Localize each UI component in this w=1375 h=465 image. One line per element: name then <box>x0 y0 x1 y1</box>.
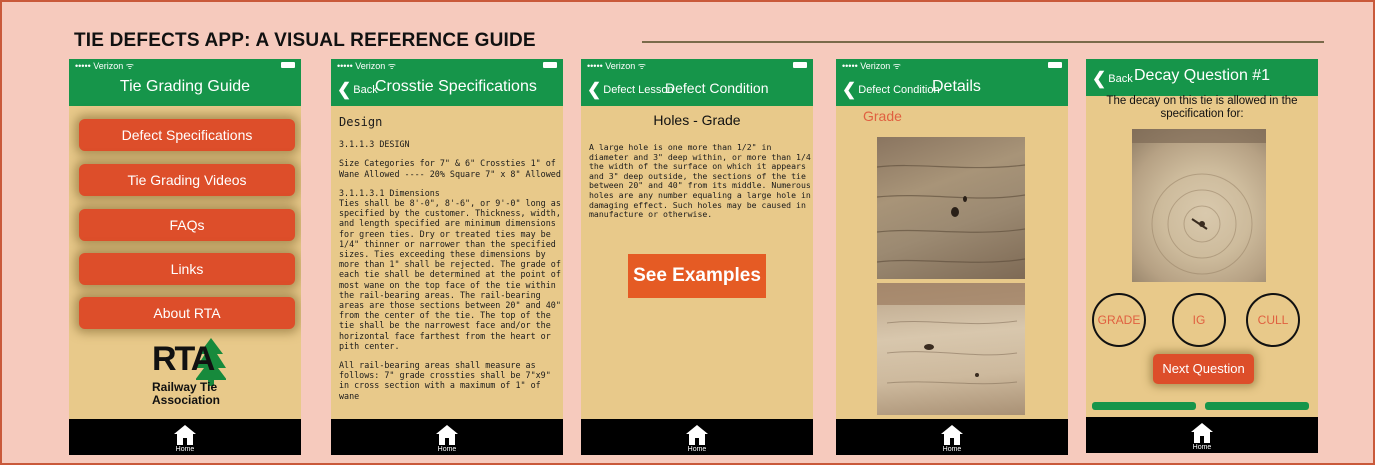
tab-bar: Home <box>331 419 563 455</box>
grade-option-button[interactable]: GRADE <box>1092 293 1146 347</box>
tie-grading-videos-button[interactable]: Tie Grading Videos <box>79 164 295 196</box>
screen-title: Crosstie Specifications <box>375 78 537 95</box>
defect-specifications-button[interactable]: Defect Specifications <box>79 119 295 151</box>
tie-photo-top <box>877 137 1025 279</box>
spec-paragraph: Size Categories for 7" & 6" Crossties 1"… <box>339 158 561 179</box>
about-rta-button[interactable]: About RTA <box>79 297 295 329</box>
next-question-button[interactable]: Next Question <box>1153 354 1254 384</box>
tab-bar: Home <box>69 419 301 455</box>
tie-photo-bottom <box>877 283 1025 415</box>
battery-icon <box>793 62 807 68</box>
screen-defect-condition: ••••• Verizon ᯤ ❮ Defect Lesson Defect Co… <box>581 59 813 455</box>
screen-title: Decay Question #1 <box>1134 67 1271 84</box>
defect-heading: Holes - Grade <box>653 112 741 128</box>
grade-label: Grade <box>863 108 902 124</box>
battery-icon <box>543 62 557 68</box>
figure-header: TIE DEFECTS APP: A VISUAL REFERENCE GUID… <box>74 30 1324 51</box>
logo-line1: Railway Tie <box>152 380 218 394</box>
home-icon[interactable] <box>686 425 708 445</box>
screen-title: Defect Condition <box>665 80 769 96</box>
chevron-left-icon: ❮ <box>842 80 857 99</box>
chevron-left-icon: ❮ <box>1092 69 1107 88</box>
see-examples-button[interactable]: See Examples <box>628 254 766 298</box>
nav-bar: ❮ Defect Lesson Defect Condition <box>581 71 813 106</box>
home-label: Home <box>1192 444 1212 451</box>
nav-bar: ❮ Back Crosstie Specifications <box>331 71 563 106</box>
screen-crosstie-specifications: ••••• Verizon ᯤ ❮ Back Crosstie Specifica… <box>331 59 563 455</box>
tie-photo-bottom-texture <box>877 283 1025 385</box>
screen-details: ••••• Verizon ᯤ ❮ Defect Condition Detail… <box>836 59 1068 455</box>
screen-title: Details <box>932 78 981 95</box>
home-label: Home <box>687 446 707 453</box>
home-label: Home <box>175 446 195 453</box>
back-label: Defect Lesson <box>603 84 674 96</box>
status-bar: ••••• Verizon ᯤ <box>581 59 813 71</box>
back-button[interactable]: ❮ Defect Lesson <box>587 80 674 100</box>
figure-frame: TIE DEFECTS APP: A VISUAL REFERENCE GUID… <box>0 0 1375 465</box>
spec-paragraph: 3.1.1.3 DESIGN <box>339 139 410 150</box>
links-button[interactable]: Links <box>79 253 295 285</box>
back-button[interactable]: ❮ Back <box>1092 69 1133 89</box>
logo-line2: Association <box>152 393 221 407</box>
spec-paragraph: All rail-bearing areas shall measure as … <box>339 360 551 401</box>
spec-paragraph: 3.1.1.3.1 Dimensions Ties shall be 8'-0"… <box>339 187 561 351</box>
home-label: Home <box>437 446 457 453</box>
home-icon[interactable] <box>1191 423 1213 443</box>
status-bar: ••••• Verizon ᯤ <box>69 59 301 71</box>
spec-text: Design 3.1.1.3 DESIGN Size Categories fo… <box>339 115 561 410</box>
screen-title: Tie Grading Guide <box>119 78 251 95</box>
spec-heading: Design <box>339 115 383 129</box>
home-icon[interactable] <box>436 425 458 445</box>
screen-decay-question: ❮ Back Decay Question #1 The decay on thi… <box>1086 59 1318 453</box>
back-label: Defect Condition <box>858 84 940 96</box>
battery-icon <box>281 62 295 68</box>
status-bar: ••••• Verizon ᯤ <box>836 59 1068 71</box>
home-label: Home <box>942 446 962 453</box>
ig-option-button[interactable]: IG <box>1172 293 1226 347</box>
tab-bar: Home <box>1086 417 1318 453</box>
figure-title: TIE DEFECTS APP: A VISUAL REFERENCE GUID… <box>74 30 536 51</box>
nav-bar: ❮ Defect Condition Details <box>836 71 1068 106</box>
tab-bar: Home <box>836 419 1068 455</box>
home-icon[interactable] <box>941 425 963 445</box>
screen-tie-grading-guide: ••••• Verizon ᯤ Tie Grading Guide Defect… <box>69 59 301 455</box>
home-icon[interactable] <box>174 425 196 445</box>
nav-bar: Tie Grading Guide <box>69 71 301 106</box>
nav-bar: ❮ Back Decay Question #1 <box>1086 59 1318 96</box>
battery-icon <box>1048 62 1062 68</box>
partial-button-right[interactable] <box>1205 402 1309 410</box>
status-bar: ••••• Verizon ᯤ <box>331 59 563 71</box>
back-label: Back <box>1108 73 1133 85</box>
back-button[interactable]: ❮ Back <box>337 80 378 100</box>
question-text: The decay on this tie is allowed in the … <box>1106 95 1298 120</box>
partial-button-left[interactable] <box>1092 402 1196 410</box>
faqs-button[interactable]: FAQs <box>79 209 295 241</box>
back-button[interactable]: ❮ Defect Condition <box>842 80 940 100</box>
cull-option-button[interactable]: CULL <box>1246 293 1300 347</box>
decay-photo <box>1132 129 1266 282</box>
logo-abbr: RTA <box>152 340 215 378</box>
tab-bar: Home <box>581 419 813 455</box>
title-rule <box>642 41 1324 43</box>
chevron-left-icon: ❮ <box>337 80 352 99</box>
chevron-left-icon: ❮ <box>587 80 602 99</box>
decay-photo-texture <box>1132 129 1266 275</box>
defect-description: A large hole is one more than 1/2" in di… <box>589 142 811 220</box>
rta-logo: RTA Railway Tie Association <box>152 338 226 418</box>
tie-photo-top-texture <box>877 164 1025 263</box>
